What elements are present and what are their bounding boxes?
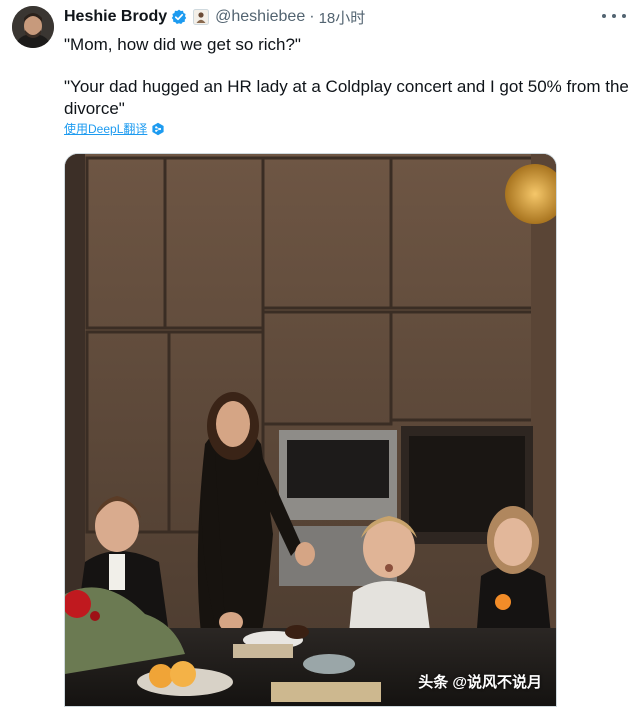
tweet-timestamp[interactable]: 18小时 [319,7,366,28]
author-handle[interactable]: @heshiebee [215,8,305,26]
more-options-icon[interactable] [602,8,626,24]
tweet-line-2: "Your dad hugged an HR lady at a Coldpla… [64,77,629,118]
verified-badge-icon [171,9,187,25]
author-name[interactable]: Heshie Brody [64,8,167,26]
tweet-line-1: "Mom, how did we get so rich?" [64,35,301,54]
tweet-header: Heshie Brody @heshiebee · 18小时 [64,6,365,28]
translate-link-label[interactable]: 使用DeepL翻译 [64,120,147,137]
tweet-text: "Mom, how did we get so rich?" "Your dad… [64,34,629,120]
family-kitchen-photo [65,154,556,706]
tweet-photo[interactable]: 头条 @说风不说月 [64,153,557,707]
tweet-card[interactable]: Heshie Brody @heshiebee · 18小时 "Mom, how… [0,0,640,707]
header-separator: · [309,8,315,25]
deepl-icon [151,122,165,136]
watermark: 头条 @说风不说月 [418,674,542,691]
affiliate-badge-icon[interactable] [193,9,210,25]
translate-link[interactable]: 使用DeepL翻译 [64,120,165,137]
avatar[interactable] [12,6,54,48]
